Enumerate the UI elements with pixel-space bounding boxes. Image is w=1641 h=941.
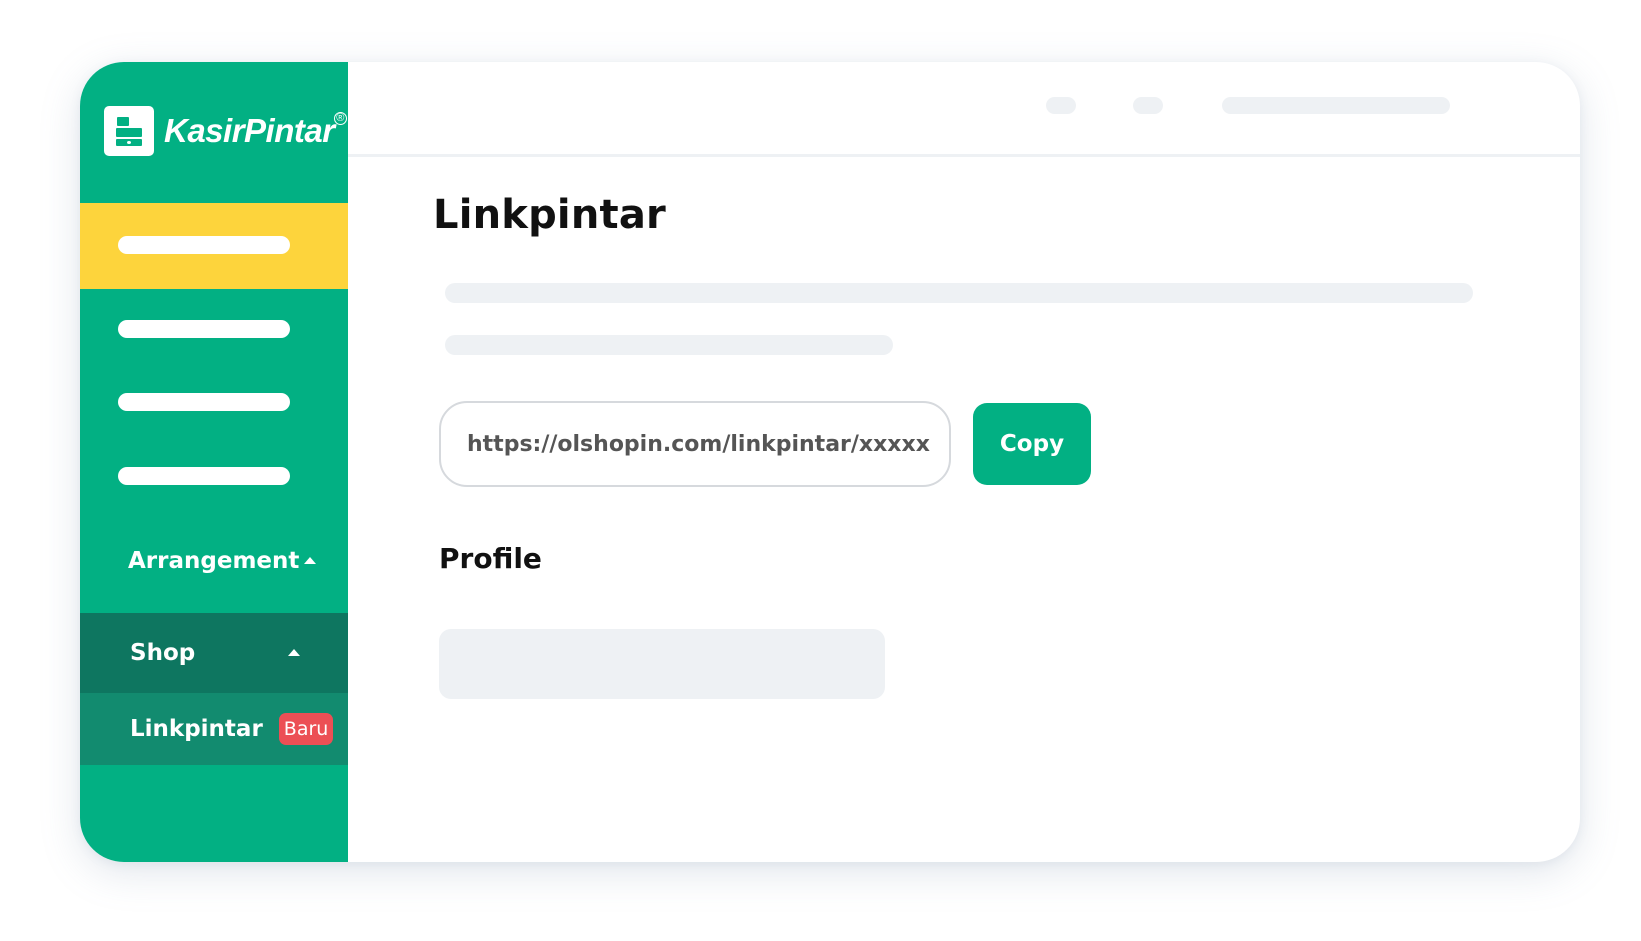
top-bar-placeholder[interactable] xyxy=(1133,97,1163,114)
app-window: KasirPintar ® Arrangement Shop Linkpinta… xyxy=(80,62,1580,862)
link-url-field[interactable] xyxy=(439,401,951,487)
brand-name: KasirPintar ® xyxy=(164,112,347,150)
sidebar-item-active[interactable] xyxy=(80,203,348,289)
sidebar-item-label: Arrangement xyxy=(128,548,300,574)
brand-text: KasirPintar xyxy=(164,112,335,149)
description-placeholder xyxy=(445,283,1473,303)
caret-up-icon xyxy=(304,557,316,564)
profile-placeholder xyxy=(439,629,885,699)
stage: KasirPintar ® Arrangement Shop Linkpinta… xyxy=(0,0,1641,941)
sidebar-item-placeholder[interactable] xyxy=(118,320,290,338)
profile-heading: Profile xyxy=(439,542,542,575)
sidebar-item-label: Linkpintar xyxy=(130,716,263,742)
top-bar-placeholder[interactable] xyxy=(1046,97,1076,114)
registered-mark: ® xyxy=(333,112,347,125)
sidebar-item-shop[interactable]: Shop xyxy=(80,613,348,693)
top-bar xyxy=(348,62,1580,157)
top-bar-placeholder[interactable] xyxy=(1222,97,1450,114)
placeholder-bar xyxy=(118,236,290,254)
copy-button[interactable]: Copy xyxy=(973,403,1091,485)
sidebar-item-placeholder[interactable] xyxy=(118,467,290,485)
caret-up-icon xyxy=(288,649,300,656)
sidebar-item-linkpintar[interactable]: Linkpintar Baru xyxy=(80,693,348,765)
brand-logo[interactable]: KasirPintar ® xyxy=(104,106,347,156)
sidebar-item-arrangement[interactable]: Arrangement xyxy=(80,536,348,586)
sidebar-item-label: Shop xyxy=(130,640,196,666)
new-badge: Baru xyxy=(278,713,334,745)
sidebar: KasirPintar ® Arrangement Shop Linkpinta… xyxy=(80,62,348,862)
description-placeholder xyxy=(445,335,893,355)
cash-register-icon xyxy=(104,106,154,156)
sidebar-item-placeholder[interactable] xyxy=(118,393,290,411)
main-content: Linkpintar Copy Profile xyxy=(348,62,1580,862)
page-title: Linkpintar xyxy=(433,192,666,238)
